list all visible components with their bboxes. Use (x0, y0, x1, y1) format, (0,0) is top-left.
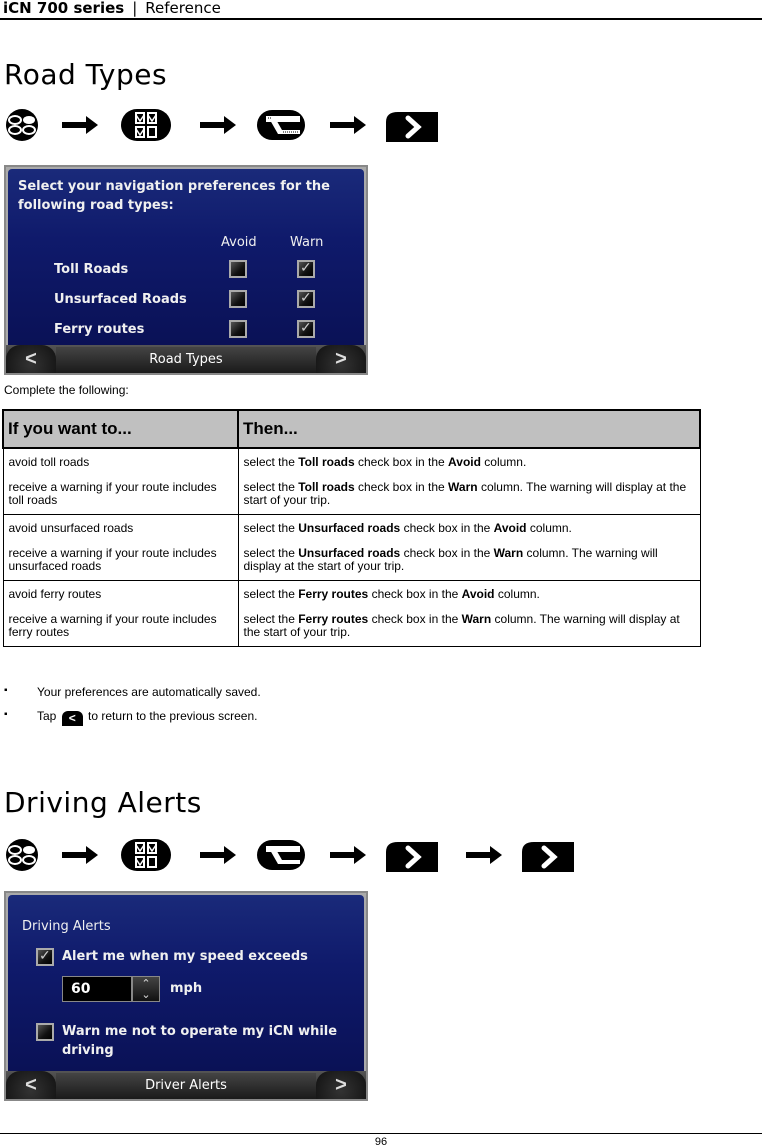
unsurfaced-roads-warn-checkbox[interactable] (297, 289, 315, 308)
next-icon (522, 842, 574, 872)
ferry-routes-avoid-checkbox[interactable] (229, 320, 247, 338)
then-text: select the Ferry routes check box in the… (243, 587, 540, 601)
row-label-unsurfaced-roads: Unsurfaced Roads (54, 292, 187, 307)
preferences-icon (121, 109, 171, 141)
speed-alert-label: Alert me when my speed exceeds (62, 949, 308, 964)
row-label-toll-roads: Toll Roads (54, 262, 129, 277)
speed-value[interactable]: 60 (62, 976, 132, 1002)
arrow-right-icon (330, 846, 366, 864)
instructions-caption: Complete the following: (4, 383, 129, 397)
driving-alerts-title: Driving Alerts (4, 786, 202, 819)
next-button[interactable]: > (316, 1071, 366, 1099)
arrow-right-icon (200, 116, 236, 134)
screen-bar-title: Driver Alerts (56, 1073, 316, 1099)
back-button[interactable]: < (6, 345, 56, 373)
screen-heading: Driving Alerts (22, 919, 111, 934)
arrow-right-icon (330, 116, 366, 134)
warn-operate-label-line2: driving (62, 1043, 114, 1058)
arrow-right-icon (62, 116, 98, 134)
screen-prompt-line2: following road types: (18, 198, 174, 213)
screen-bottom-bar: < Driver Alerts > (6, 1071, 366, 1099)
want-text: receive a warning if your route includes… (8, 612, 217, 639)
table-header-then: Then... (237, 409, 701, 449)
road-types-title: Road Types (4, 58, 168, 91)
then-text: select the Ferry routes check box in the… (243, 612, 680, 639)
table-row: avoid unsurfaced roads receive a warning … (2, 514, 701, 581)
back-button[interactable]: < (6, 1071, 56, 1099)
speed-stepper[interactable]: 60 ⌃ ⌄ (62, 976, 162, 1002)
toll-roads-avoid-checkbox[interactable] (229, 260, 247, 278)
menu-icon (6, 839, 38, 871)
page-footer: 96 (0, 1133, 762, 1148)
next-icon (386, 112, 438, 142)
next-button[interactable]: > (316, 345, 366, 373)
want-text: avoid toll roads (8, 455, 90, 469)
menu-icon (6, 109, 38, 141)
then-text: select the Toll roads check box in the A… (243, 455, 527, 469)
table-row: avoid ferry routes receive a warning if y… (2, 580, 701, 647)
row-label-ferry-routes: Ferry routes (54, 322, 145, 337)
arrow-right-icon (62, 846, 98, 864)
section-name: Reference (145, 0, 221, 17)
driving-alerts-screen: Driving Alerts Alert me when my speed ex… (4, 891, 368, 1101)
toll-roads-warn-checkbox[interactable] (297, 259, 315, 278)
want-text: avoid ferry routes (8, 587, 102, 601)
header-separator: | (132, 0, 138, 17)
unsurfaced-roads-avoid-checkbox[interactable] (229, 290, 247, 308)
note-tap-back: Tap < to return to the previous screen. (4, 709, 261, 729)
preferences-icon (121, 839, 171, 871)
screen-prompt-line1: Select your navigation preferences for t… (18, 179, 330, 194)
table-row: avoid toll roads receive a warning if you… (2, 447, 701, 515)
then-text: select the Toll roads check box in the W… (243, 480, 687, 507)
ferry-routes-warn-checkbox[interactable] (297, 319, 315, 338)
want-text: avoid unsurfaced roads (8, 521, 134, 535)
notes-list: Your preferences are automatically saved… (4, 685, 261, 729)
screen-bar-title: Road Types (56, 347, 316, 373)
next-icon (386, 842, 438, 872)
note-saved: Your preferences are automatically saved… (4, 685, 261, 705)
table-header-want: If you want to... (2, 409, 239, 449)
speed-unit: mph (170, 981, 203, 996)
then-text: select the Unsurfaced roads check box in… (243, 521, 572, 535)
route-icon (257, 840, 305, 870)
then-text: select the Unsurfaced roads check box in… (243, 546, 658, 573)
up-down-icon[interactable]: ⌃ ⌄ (132, 976, 160, 1002)
arrow-right-icon (200, 846, 236, 864)
back-icon: < (61, 711, 83, 726)
page-number: 96 (374, 1136, 388, 1148)
speed-alert-checkbox[interactable] (36, 947, 54, 966)
route-icon (257, 110, 305, 140)
want-text: receive a warning if your route includes… (8, 480, 217, 507)
warn-operate-checkbox[interactable] (36, 1023, 54, 1041)
warn-operate-label-line1: Warn me not to operate my iCN while (62, 1024, 338, 1039)
screen-bottom-bar: < Road Types > (6, 345, 366, 373)
driving-alerts-nav-path (4, 838, 574, 872)
road-types-screen: Select your navigation preferences for t… (4, 165, 368, 375)
want-text: receive a warning if your route includes… (8, 546, 217, 573)
page-header: iCN 700 series | Reference (0, 0, 762, 20)
road-types-nav-path (4, 108, 438, 142)
product-name: iCN 700 series (3, 0, 125, 17)
column-avoid-header: Avoid (221, 235, 257, 250)
column-warn-header: Warn (290, 235, 324, 250)
road-types-reference-table: If you want to... Then... avoid toll roa… (2, 409, 701, 647)
arrow-right-icon (466, 846, 502, 864)
